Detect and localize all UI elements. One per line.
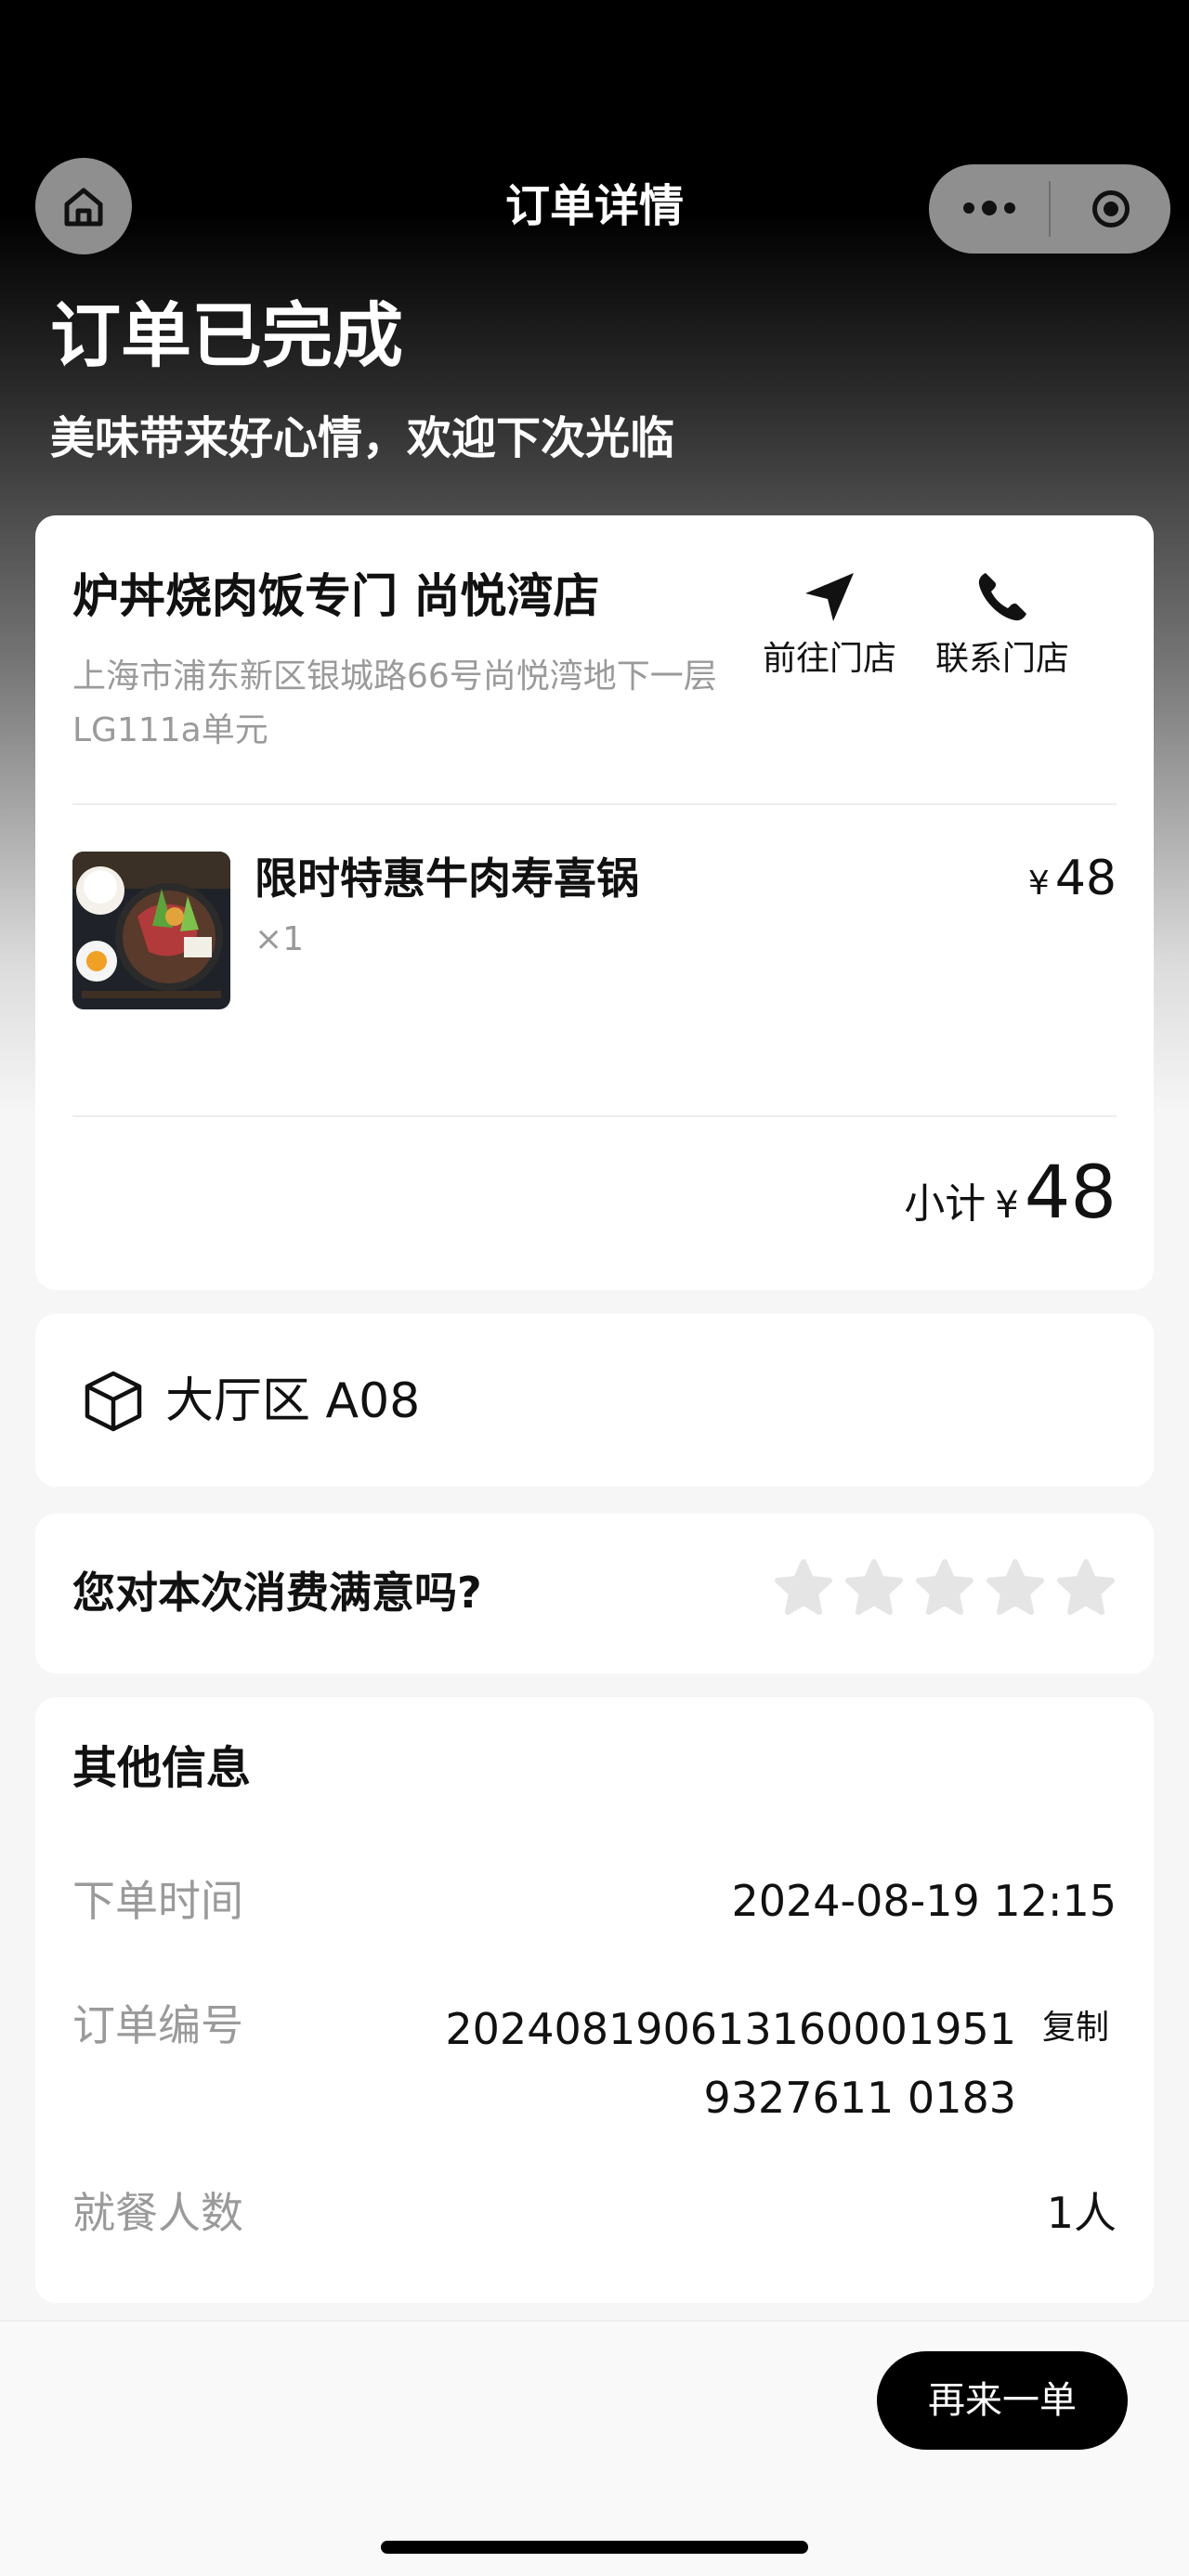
mini-program-capsule (929, 164, 1170, 254)
order-status-title: 订单已完成 (50, 294, 403, 377)
order-time-value: 2024-08-19 12:15 (731, 1876, 1117, 1926)
dish-price: ¥48 (1028, 848, 1117, 915)
phone-icon (978, 573, 1026, 621)
order-detail-page: 订单详情 订单已完成 美味带来好心情，欢迎下次光临 炉丼烧肉饭专门 尚悦湾店 上… (0, 0, 1189, 2576)
store-order-card: 炉丼烧肉饭专门 尚悦湾店 上海市浦东新区银城路66号尚悦湾地下一层LG111a单… (35, 515, 1154, 1290)
order-time-label: 下单时间 (72, 1876, 243, 1926)
rating-card: 您对本次消费满意吗? (35, 1514, 1154, 1673)
currency-symbol: ¥ (995, 1184, 1019, 1227)
order-number-label: 订单编号 (72, 2000, 243, 2050)
box-icon (85, 1371, 142, 1432)
order-status-subtitle: 美味带来好心情，欢迎下次光临 (50, 412, 675, 464)
diners-label: 就餐人数 (72, 2188, 243, 2238)
currency-symbol: ¥ (1027, 865, 1050, 903)
more-button[interactable] (929, 164, 1049, 254)
table-number: 大厅区 A08 (165, 1373, 421, 1429)
star-icon[interactable] (843, 1558, 905, 1620)
more-dots-icon (962, 201, 1015, 215)
close-button[interactable] (1051, 164, 1170, 254)
info-title: 其他信息 (72, 1742, 252, 1794)
dish-image (72, 852, 230, 1009)
store-name: 炉丼烧肉饭专门 尚悦湾店 (72, 569, 600, 623)
dish-price-value: 48 (1054, 851, 1117, 906)
star-icon[interactable] (985, 1558, 1046, 1620)
navigation-arrow-icon (805, 573, 854, 621)
dish-name: 限时特惠牛肉寿喜锅 (255, 853, 639, 904)
call-store-button[interactable]: 联系门店 (923, 562, 1081, 683)
rating-question: 您对本次消费满意吗? (72, 1568, 482, 1618)
call-label: 联系门店 (934, 640, 1069, 678)
subtotal-amount: 48 (1024, 1151, 1117, 1235)
copy-button[interactable]: 复制 (1042, 2002, 1109, 2054)
bottom-action-bar: 再来一单 (0, 2320, 1189, 2576)
store-address: 上海市浦东新区银城路66号尚悦湾地下一层LG111a单元 (72, 657, 717, 749)
divider (72, 1115, 1117, 1117)
reorder-button[interactable]: 再来一单 (877, 2351, 1128, 2450)
divider (72, 803, 1117, 805)
diners-value: 1人 (1046, 2188, 1117, 2238)
star-icon[interactable] (773, 1558, 834, 1620)
navigate-to-store-button[interactable]: 前往门店 (751, 562, 908, 683)
subtotal-label: 小计 (904, 1180, 986, 1228)
order-number-value: 2024081906131600019519327611 0183 (445, 2004, 1016, 2123)
dish-quantity: ×1 (255, 920, 305, 958)
home-indicator (381, 2541, 808, 2554)
star-icon[interactable] (1055, 1558, 1117, 1620)
rating-stars (773, 1558, 1117, 1620)
star-icon[interactable] (914, 1558, 975, 1620)
other-info-card: 其他信息 下单时间 2024-08-19 12:15 订单编号 20240819… (35, 1698, 1154, 2303)
target-close-icon (1091, 190, 1130, 228)
table-card: 大厅区 A08 (35, 1314, 1154, 1487)
navigate-label: 前往门店 (762, 640, 896, 678)
subtotal: 小计 ¥ 48 (904, 1147, 1117, 1240)
